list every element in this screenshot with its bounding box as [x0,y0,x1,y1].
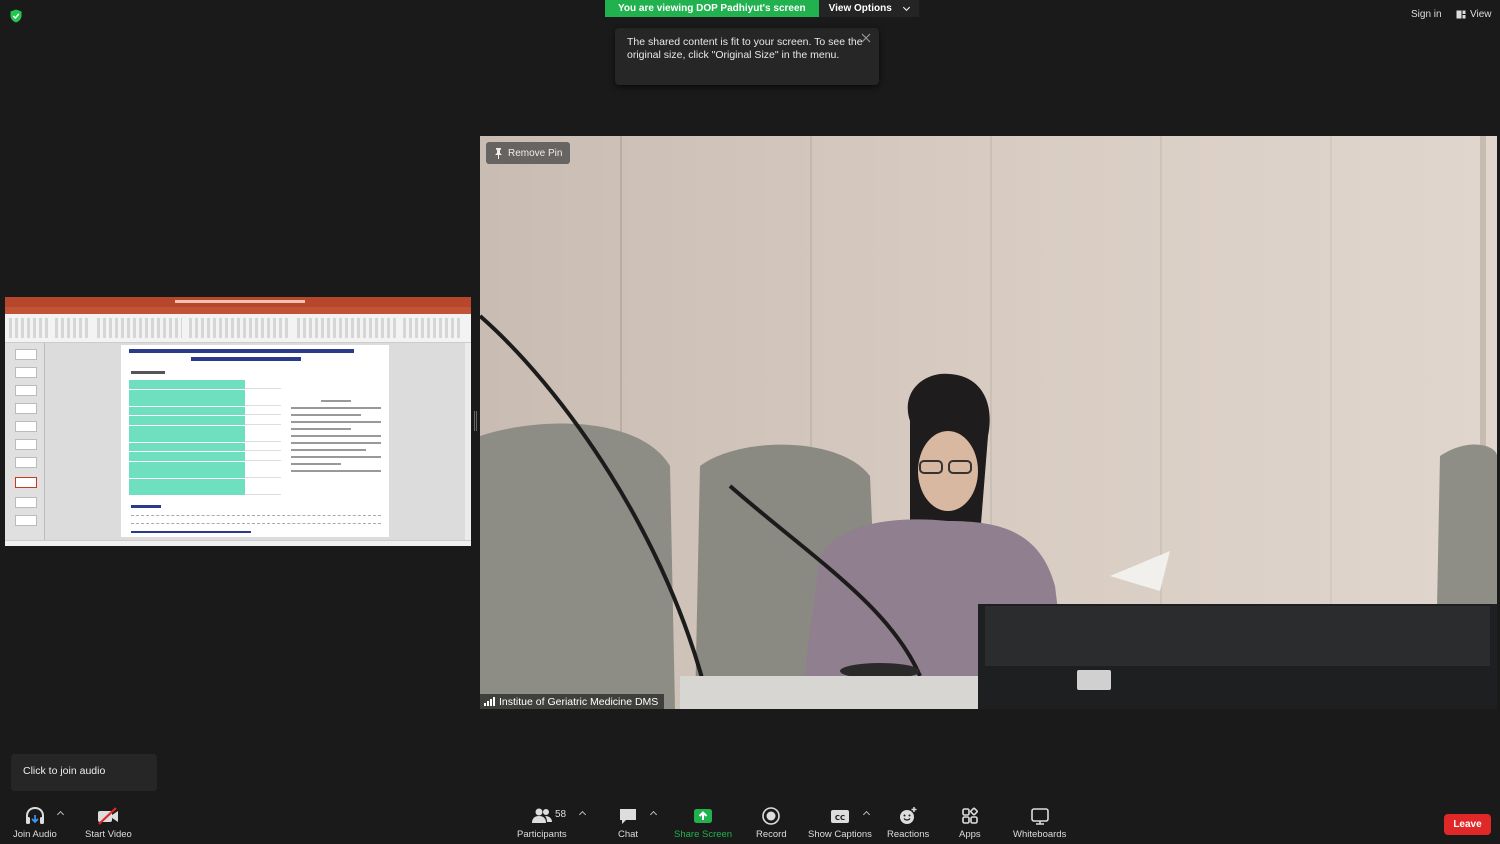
shared-screen-content[interactable] [5,297,471,546]
chat-button[interactable]: Chat [618,806,638,840]
join-audio-label: Join Audio [13,829,57,840]
powerpoint-ribbon-tabs [5,307,471,314]
svg-text:CC: CC [835,814,845,822]
pinned-video[interactable]: Remove Pin Institue of Geriatric Medicin… [480,136,1497,709]
record-icon [762,807,781,825]
splitter-handle[interactable] [474,411,477,431]
headphones-icon [25,806,44,824]
apps-label: Apps [959,829,981,840]
signal-strength-icon [484,697,495,706]
participant-name-tag: Institue of Geriatric Medicine DMS [480,694,665,709]
pin-icon [495,147,502,159]
sign-in-button[interactable]: Sign in [1411,9,1442,20]
tooltip-message: The shared content is fit to your screen… [627,36,863,61]
view-options-label: View Options [828,3,892,14]
share-screen-icon [694,809,713,823]
slide-canvas [45,343,471,540]
join-audio-button[interactable]: Join Audio [13,806,57,840]
view-button[interactable]: View [1456,9,1492,20]
start-video-button[interactable]: Start Video [85,806,132,840]
fit-screen-tooltip: The shared content is fit to your screen… [615,28,879,85]
video-off-icon [98,807,119,825]
remove-pin-button[interactable]: Remove Pin [486,142,571,164]
whiteboards-button[interactable]: Whiteboards [1013,806,1066,840]
share-screen-label: Share Screen [674,829,733,840]
view-layout-icon [1456,10,1466,19]
record-label: Record [756,829,787,840]
participant-name: Institue of Geriatric Medicine DMS [499,695,659,708]
slide-thumbnails [5,343,45,540]
chat-options-caret[interactable] [649,810,658,819]
show-captions-label: Show Captions [808,829,872,840]
participants-icon [531,808,552,823]
start-video-label: Start Video [85,829,132,840]
participants-options-caret[interactable] [578,810,587,819]
leave-button[interactable]: Leave [1444,814,1491,835]
video-feed-image [480,136,1497,709]
participants-label: Participants [517,829,567,840]
apps-icon [962,807,978,824]
whiteboards-label: Whiteboards [1013,829,1067,840]
remove-pin-label: Remove Pin [508,147,563,159]
record-button[interactable]: Record [756,806,787,840]
reactions-icon [900,807,917,824]
closed-captions-icon: CC [830,810,849,823]
apps-button[interactable]: Apps [959,806,981,840]
viewing-screen-label: You are viewing DOP Padhiyut's screen [605,0,819,17]
join-audio-popup[interactable]: Click to join audio [11,754,157,791]
share-screen-button[interactable]: Share Screen [674,806,732,840]
close-icon[interactable] [861,33,871,43]
chat-icon [620,809,637,824]
powerpoint-ribbon [5,314,471,343]
powerpoint-statusbar [5,540,471,546]
join-audio-popup-text: Click to join audio [23,765,106,777]
participants-count: 58 [555,809,567,820]
whiteboard-icon [1030,808,1049,825]
reactions-label: Reactions [887,829,930,840]
chat-label: Chat [618,829,639,840]
screen-share-banner: You are viewing DOP Padhiyut's screen Vi… [605,0,919,17]
audio-options-caret[interactable] [56,810,65,819]
chevron-down-icon [902,3,910,11]
powerpoint-titlebar [5,297,471,307]
view-label: View [1470,9,1492,20]
show-captions-button[interactable]: CC Show Captions [808,806,872,840]
security-shield-icon[interactable] [9,9,23,23]
slide [121,345,389,537]
view-options-button[interactable]: View Options [818,0,919,17]
reactions-button[interactable]: Reactions [887,806,929,840]
